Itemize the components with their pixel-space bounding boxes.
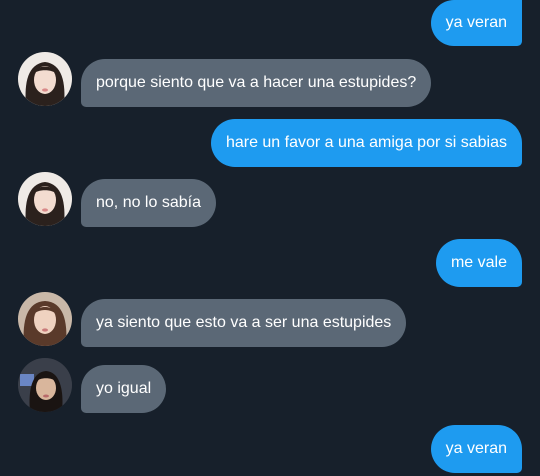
message-bubble-outgoing[interactable]: ya veran [430,0,522,46]
avatar[interactable] [18,292,72,346]
message-text: ya veran [445,14,507,31]
message-text: yo igual [96,380,152,397]
profile-photo-icon [18,358,72,412]
profile-photo-icon [18,292,72,346]
message-text: porque siento que va a hacer una estupid… [96,74,417,91]
message-bubble-outgoing[interactable]: me vale [435,239,522,287]
avatar[interactable] [18,52,72,106]
message-text: hare un favor a una amiga por si sabias [225,134,507,151]
profile-photo-icon [18,172,72,226]
avatar[interactable] [18,358,72,412]
message-bubble-outgoing[interactable]: ya veran [430,425,522,473]
profile-photo-icon [18,52,72,106]
message-bubble-incoming[interactable]: yo igual [81,365,167,413]
avatar[interactable] [18,172,72,226]
message-text: no, no lo sabía [96,194,201,211]
message-text: ya veran [445,440,507,457]
message-bubble-outgoing[interactable]: hare un favor a una amiga por si sabias [210,119,522,167]
message-bubble-incoming[interactable]: no, no lo sabía [81,179,216,227]
message-bubble-incoming[interactable]: porque siento que va a hacer una estupid… [81,59,432,107]
message-bubble-incoming[interactable]: ya siento que esto va a ser una estupide… [81,299,407,347]
message-text: ya siento que esto va a ser una estupide… [96,314,392,331]
message-text: me vale [450,254,507,271]
